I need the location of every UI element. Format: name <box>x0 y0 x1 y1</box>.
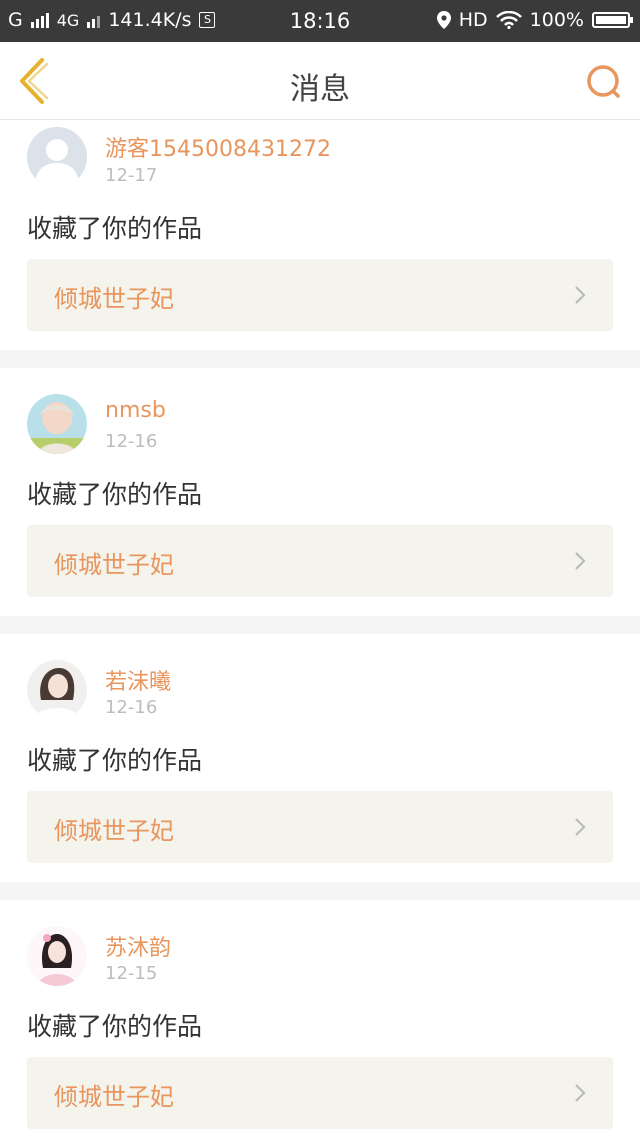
default-avatar-icon <box>27 127 87 187</box>
avatar[interactable] <box>27 926 87 986</box>
work-title: 倾城世子妃 <box>54 551 174 579</box>
status-bar: G 4G 141.4K/s S 18:16 HD 100% <box>0 0 640 42</box>
page-title: 消息 <box>290 72 350 107</box>
work-link[interactable]: 倾城世子妃 <box>27 1057 613 1129</box>
action-text: 收藏了你的作品 <box>27 480 203 509</box>
message-date: 12-15 <box>105 963 158 984</box>
username[interactable]: nmsb <box>105 398 166 423</box>
username[interactable]: 苏沐韵 <box>105 930 171 962</box>
search-icon <box>587 65 620 98</box>
action-text: 收藏了你的作品 <box>27 1012 203 1041</box>
battery-icon <box>592 12 633 28</box>
message-date: 12-16 <box>105 697 158 718</box>
search-button[interactable] <box>584 62 624 102</box>
divider <box>0 616 640 634</box>
username[interactable]: 游客1545008431272 <box>105 131 331 163</box>
message-date: 12-16 <box>105 431 158 452</box>
username[interactable]: 若沫曦 <box>105 664 171 696</box>
status-right: HD 100% <box>436 9 633 31</box>
chevron-right-icon <box>575 552 586 570</box>
message-item: 苏沐韵 12-15 收藏了你的作品 倾城世子妃 <box>0 900 640 1148</box>
action-text: 收藏了你的作品 <box>27 214 203 243</box>
user-photo <box>27 660 87 720</box>
message-item: 游客1545008431272 12-17 收藏了你的作品 倾城世子妃 <box>0 120 640 350</box>
location-icon <box>436 11 451 29</box>
divider <box>0 882 640 900</box>
user-photo <box>27 394 87 454</box>
work-link[interactable]: 倾城世子妃 <box>27 525 613 597</box>
message-date: 12-17 <box>105 165 158 186</box>
avatar[interactable] <box>27 394 87 454</box>
message-item: 若沫曦 12-16 收藏了你的作品 倾城世子妃 <box>0 634 640 882</box>
message-list: 游客1545008431272 12-17 收藏了你的作品 倾城世子妃 nmsb… <box>0 120 640 1148</box>
user-photo <box>27 926 87 986</box>
work-title: 倾城世子妃 <box>54 285 174 313</box>
avatar[interactable] <box>27 127 87 187</box>
avatar[interactable] <box>27 660 87 720</box>
wifi-icon <box>495 11 522 29</box>
chevron-right-icon <box>575 818 586 836</box>
battery-label: 100% <box>529 9 584 31</box>
message-item: nmsb 12-16 收藏了你的作品 倾城世子妃 <box>0 368 640 616</box>
chevron-right-icon <box>575 1084 586 1102</box>
work-title: 倾城世子妃 <box>54 817 174 845</box>
work-link[interactable]: 倾城世子妃 <box>27 259 613 331</box>
action-text: 收藏了你的作品 <box>27 746 203 775</box>
chevron-right-icon <box>575 286 586 304</box>
hd-label: HD <box>458 9 488 31</box>
work-title: 倾城世子妃 <box>54 1083 174 1111</box>
work-link[interactable]: 倾城世子妃 <box>27 791 613 863</box>
divider <box>0 350 640 368</box>
top-nav-bar: 消息 <box>0 42 640 120</box>
